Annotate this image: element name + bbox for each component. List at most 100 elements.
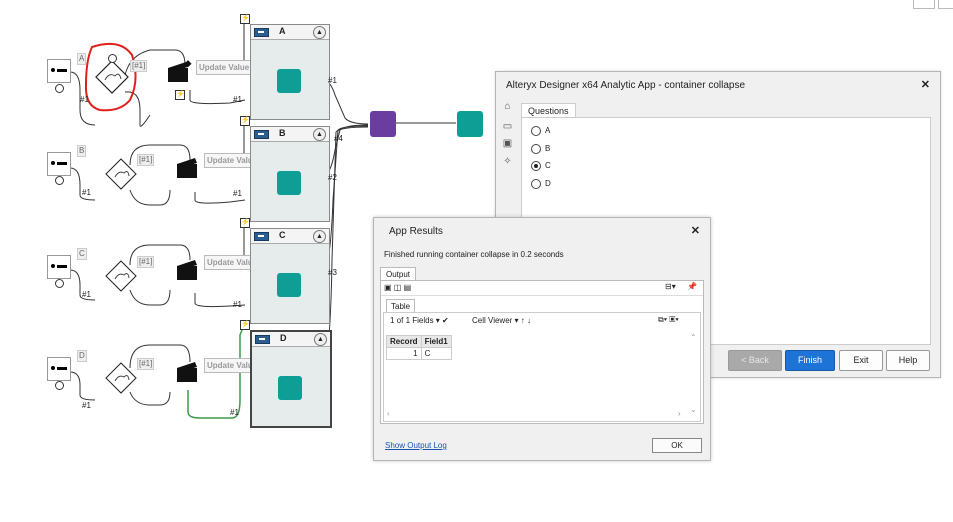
scroll-left-icon[interactable]: ‹	[387, 409, 390, 418]
collapse-icon[interactable]: ▲	[313, 26, 326, 39]
scroll-down-icon[interactable]: ⌄	[690, 405, 697, 414]
control-parameter-icon[interactable]: ⚡	[240, 320, 250, 330]
browse-book-icon[interactable]	[278, 376, 302, 400]
anchor-label: #1	[233, 95, 242, 104]
fields-dropdown[interactable]: 1 of 1 Fields ▾ ✔	[390, 316, 449, 325]
back-button[interactable]: < Back	[728, 350, 782, 371]
column-header[interactable]: Record	[386, 335, 422, 348]
window-button[interactable]	[913, 0, 935, 9]
action-tool-icon[interactable]	[175, 360, 201, 384]
option-d[interactable]: D	[531, 179, 551, 189]
condition-tool-icon[interactable]	[105, 260, 137, 292]
show-output-log-link[interactable]: Show Output Log	[385, 441, 447, 450]
tool-container-b[interactable]: B ▲	[250, 126, 330, 222]
radio-button-tool-c[interactable]	[47, 255, 71, 279]
browse-binoculars-icon[interactable]	[457, 111, 483, 137]
window-button[interactable]	[938, 0, 953, 9]
formula-tag: [#1]	[130, 60, 148, 72]
anchor-label: #4	[334, 134, 343, 143]
container-icon	[254, 28, 269, 37]
home-icon[interactable]: ⌂	[502, 101, 513, 112]
window-title: Alteryx Designer x64 Analytic App - cont…	[506, 80, 746, 91]
update-value-label: Update Value	[196, 60, 253, 75]
tab-output[interactable]: Output	[380, 267, 417, 281]
anchor-label: #2	[328, 173, 337, 182]
formula-tag: [#1]	[137, 154, 155, 166]
radio-button[interactable]	[531, 126, 541, 136]
condition-tool-icon[interactable]	[95, 60, 129, 94]
browse-book-icon[interactable]	[277, 171, 301, 195]
container-icon	[254, 130, 269, 139]
anchor-dot	[55, 176, 64, 185]
option-label: B	[545, 144, 551, 154]
copy-icon[interactable]: ⧉▾ ▣▾	[658, 315, 679, 325]
option-label: A	[545, 126, 551, 136]
tab-table[interactable]: Table	[386, 299, 416, 313]
viewer-label: Cell Viewer	[472, 316, 513, 325]
ok-button[interactable]: OK	[652, 438, 702, 453]
app-results-dialog[interactable]: App Results ✕ Finished running container…	[373, 217, 711, 461]
condition-tool-icon[interactable]	[105, 158, 137, 190]
radio-button[interactable]	[531, 179, 541, 189]
anchor-dot	[108, 54, 117, 63]
container-label: C	[279, 230, 286, 240]
tool-container-c[interactable]: C ▲	[250, 228, 330, 324]
table-header-row: Record Field1	[386, 335, 452, 348]
fields-label: 1 of 1 Fields	[390, 316, 434, 325]
scroll-up-icon[interactable]: ⌃	[690, 333, 697, 342]
radio-button[interactable]	[531, 144, 541, 154]
close-icon[interactable]: ✕	[921, 78, 930, 91]
action-tool-icon[interactable]	[175, 258, 201, 282]
dialog-title: App Results	[389, 226, 443, 237]
save-icon[interactable]: ▣	[502, 138, 513, 149]
pin-icon[interactable]: 📌	[687, 282, 697, 291]
control-parameter-icon[interactable]: ⚡	[240, 116, 250, 126]
radio-button-tool-a[interactable]	[47, 59, 71, 83]
union-tool-icon[interactable]	[370, 111, 396, 137]
action-tool-icon[interactable]	[166, 60, 192, 84]
output-panel: ▣ ◫ ▤ ⊟▾ 📌 Table 1 of 1 Fields ▾ ✔ Cell …	[380, 280, 704, 424]
results-toolbar: ▣ ◫ ▤ ⊟▾ 📌	[381, 281, 703, 296]
option-c[interactable]: C	[531, 161, 551, 171]
finish-button[interactable]: Finish	[785, 350, 835, 371]
option-a[interactable]: A	[531, 126, 550, 136]
container-label: A	[279, 26, 286, 36]
table-cell[interactable]: 1	[386, 347, 422, 360]
control-parameter-icon[interactable]: ⚡	[240, 14, 250, 24]
tool-container-d[interactable]: D ▲	[250, 330, 332, 428]
anchor-label: #1	[82, 401, 91, 410]
collapse-icon[interactable]: ▲	[313, 128, 326, 141]
option-label: C	[545, 161, 551, 171]
action-tool-icon[interactable]	[175, 156, 201, 180]
anchor-dot	[55, 84, 64, 93]
anchor-label: #1	[233, 189, 242, 198]
settings-dropdown-icon[interactable]: ⊟▾	[665, 282, 676, 291]
container-icon	[255, 335, 270, 344]
wand-icon[interactable]: ✧	[502, 156, 513, 167]
tool-container-a[interactable]: A ▲	[250, 24, 330, 120]
radio-button[interactable]	[531, 161, 541, 171]
column-header[interactable]: Field1	[420, 335, 452, 348]
exit-button[interactable]: Exit	[839, 350, 883, 371]
layout-icon[interactable]: ▣ ◫ ▤	[384, 283, 411, 292]
close-icon[interactable]: ✕	[691, 224, 700, 237]
option-b[interactable]: B	[531, 144, 550, 154]
folder-icon[interactable]: ▭	[502, 121, 513, 132]
row-tag: D	[77, 350, 87, 362]
browse-book-icon[interactable]	[277, 69, 301, 93]
container-label: D	[280, 333, 287, 343]
tab-questions[interactable]: Questions	[521, 103, 576, 118]
table-cell[interactable]: C	[420, 347, 452, 360]
collapse-icon[interactable]: ▲	[313, 230, 326, 243]
option-label: D	[545, 179, 551, 189]
radio-button-tool-b[interactable]	[47, 152, 71, 176]
browse-book-icon[interactable]	[277, 273, 301, 297]
radio-button-tool-d[interactable]	[47, 357, 71, 381]
help-button[interactable]: Help	[886, 350, 930, 371]
control-parameter-icon[interactable]: ⚡	[240, 218, 250, 228]
condition-tool-icon[interactable]	[105, 362, 137, 394]
cell-viewer-dropdown[interactable]: Cell Viewer ▾ ↑ ↓	[472, 316, 531, 325]
anchor-dot	[55, 279, 64, 288]
collapse-icon[interactable]: ▲	[314, 333, 327, 346]
scroll-right-icon[interactable]: ›	[678, 409, 681, 418]
